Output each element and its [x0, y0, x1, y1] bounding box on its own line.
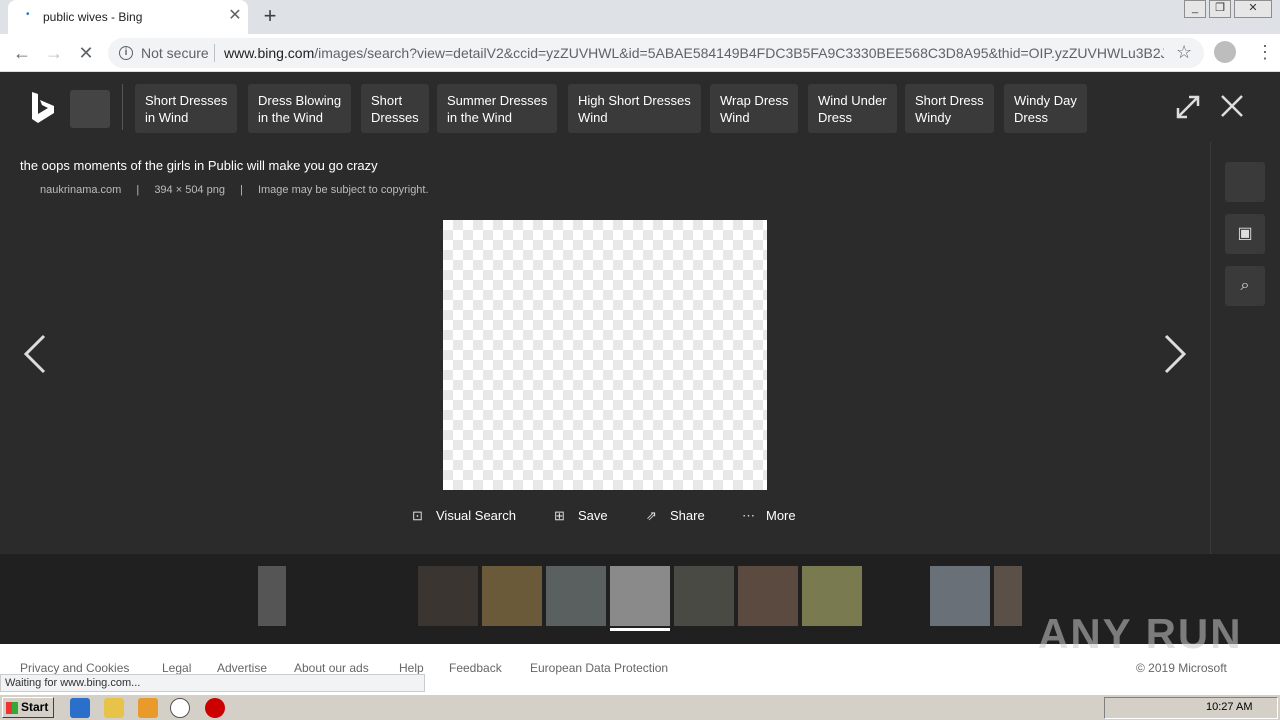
- related-search-chip[interactable]: Summer Dresses in the Wind: [437, 84, 558, 133]
- tab-strip: • public wives - Bing ✕ + _ ❐ ✕: [0, 0, 1280, 34]
- search-icon[interactable]: ⌕: [1225, 266, 1265, 306]
- clock[interactable]: 10:27 AM: [1206, 701, 1252, 713]
- side-rail: ▣ ⌕: [1210, 142, 1280, 554]
- related-search-chip[interactable]: Wind Under Dress: [808, 84, 897, 133]
- meta-separator: |: [240, 184, 243, 196]
- new-tab-button[interactable]: +: [258, 5, 282, 29]
- footer-link[interactable]: About our ads: [294, 661, 369, 675]
- footer-link[interactable]: Privacy and Cookies: [20, 661, 129, 675]
- visual-search-label: Visual Search: [436, 508, 516, 523]
- back-icon[interactable]: ←: [10, 41, 34, 65]
- browser-status-bar: Waiting for www.bing.com...: [0, 674, 425, 692]
- related-search-chip[interactable]: Dress Blowing in the Wind: [248, 84, 352, 133]
- visual-search-icon: ⊡: [412, 508, 423, 523]
- save-label: Save: [578, 508, 608, 523]
- address-bar[interactable]: i Not secure www.bing.com/images/search?…: [108, 38, 1204, 68]
- bookmark-star-icon[interactable]: ☆: [1176, 42, 1192, 63]
- copyright-text: © 2019 Microsoft: [1136, 661, 1227, 675]
- not-secure-label[interactable]: Not secure: [141, 45, 209, 61]
- start-label: Start: [21, 700, 49, 714]
- meta-separator: |: [136, 184, 140, 196]
- bing-logo-icon[interactable]: [30, 92, 56, 124]
- ie-icon[interactable]: [70, 698, 90, 718]
- close-window-button[interactable]: ✕: [1234, 0, 1272, 18]
- windows-taskbar: Start 10:27 AM: [0, 694, 1280, 720]
- close-tab-button[interactable]: ✕: [226, 7, 244, 25]
- thumbnail[interactable]: [546, 566, 606, 626]
- menu-icon[interactable]: ⋮: [1256, 42, 1274, 62]
- share-button[interactable]: ⇗ Share: [646, 508, 705, 528]
- share-label: Share: [670, 508, 705, 523]
- url-path: /images/search?view=detailV2&ccid=yzZUVH…: [314, 45, 1164, 61]
- more-button[interactable]: ⋯ More: [742, 508, 796, 528]
- omnibox-divider: [214, 44, 215, 62]
- related-search-chip[interactable]: Short Dresses in Wind: [135, 84, 238, 133]
- thumbnail[interactable]: [418, 566, 478, 626]
- media-player-icon[interactable]: [138, 698, 158, 718]
- thumbnail[interactable]: [610, 566, 670, 626]
- save-button[interactable]: ⊞ Save: [554, 508, 608, 528]
- thumbnail[interactable]: [930, 566, 990, 626]
- save-icon: ⊞: [554, 508, 565, 523]
- minimize-button[interactable]: _: [1184, 0, 1206, 18]
- footer-link[interactable]: Advertise: [217, 661, 267, 675]
- next-arrow-icon[interactable]: [1160, 332, 1190, 376]
- chrome-icon[interactable]: [170, 698, 190, 718]
- image-meta: naukrinama.com | 394 × 504 png | Image m…: [40, 184, 441, 196]
- loading-favicon-icon: •: [26, 9, 30, 20]
- thumbnail[interactable]: [738, 566, 798, 626]
- thumbnail[interactable]: [258, 566, 286, 626]
- thumbnail[interactable]: [802, 566, 862, 626]
- copyright-note: Image may be subject to copyright.: [257, 184, 429, 196]
- expand-icon[interactable]: [1175, 94, 1201, 120]
- bing-header: Short Dresses in Wind Dress Blowing in th…: [0, 72, 1280, 142]
- footer-link[interactable]: Legal: [162, 661, 191, 675]
- footer-link[interactable]: European Data Protection: [530, 661, 668, 675]
- tab-title: public wives - Bing: [43, 10, 143, 24]
- info-icon[interactable]: i: [119, 46, 133, 60]
- watermark-logo: ANY RUN: [1038, 610, 1243, 657]
- thumbnail[interactable]: [994, 566, 1022, 626]
- footer-link[interactable]: Help: [399, 661, 424, 675]
- footer-link[interactable]: Feedback: [449, 661, 502, 675]
- related-search-chip[interactable]: Short Dress Windy: [905, 84, 994, 133]
- more-icon: ⋯: [742, 508, 755, 523]
- related-search-chip[interactable]: Short Dresses: [361, 84, 429, 133]
- windows-logo-icon: [6, 702, 18, 714]
- related-search-chip[interactable]: Windy Day Dress: [1004, 84, 1087, 133]
- image-icon[interactable]: ▣: [1225, 214, 1265, 254]
- browser-tab[interactable]: • public wives - Bing ✕: [8, 0, 248, 34]
- explorer-folder-icon[interactable]: [104, 698, 124, 718]
- forward-icon[interactable]: →: [42, 41, 66, 65]
- selected-thumbnail-indicator: [610, 628, 670, 631]
- related-search-chip[interactable]: High Short Dresses Wind: [568, 84, 701, 133]
- url-text[interactable]: www.bing.com/images/search?view=detailV2…: [224, 45, 1164, 61]
- profile-avatar[interactable]: [1214, 41, 1236, 63]
- related-search-chip[interactable]: Wrap Dress Wind: [710, 84, 799, 133]
- image-dimensions: 394 × 504 png: [154, 184, 225, 196]
- main-image[interactable]: [443, 220, 767, 490]
- image-detail-pane: the oops moments of the girls in Public …: [0, 142, 1210, 554]
- url-domain: www.bing.com: [224, 45, 315, 61]
- search-box[interactable]: [70, 90, 110, 128]
- image-title[interactable]: the oops moments of the girls in Public …: [20, 158, 378, 173]
- thumbnail[interactable]: [674, 566, 734, 626]
- header-divider: [122, 84, 123, 130]
- thumbnail[interactable]: [482, 566, 542, 626]
- start-button[interactable]: Start: [2, 697, 54, 718]
- rail-button[interactable]: [1225, 162, 1265, 202]
- previous-arrow-icon[interactable]: [20, 332, 50, 376]
- share-icon: ⇗: [646, 508, 657, 523]
- visual-search-button[interactable]: ⊡ Visual Search: [412, 508, 516, 528]
- stop-icon[interactable]: ✕: [74, 41, 98, 65]
- image-source[interactable]: naukrinama.com: [40, 184, 121, 196]
- browser-toolbar: ← → ✕ i Not secure www.bing.com/images/s…: [0, 34, 1280, 72]
- alert-icon[interactable]: [205, 698, 225, 718]
- close-icon[interactable]: [1218, 92, 1246, 120]
- more-label: More: [766, 508, 796, 523]
- restore-button[interactable]: ❐: [1209, 0, 1231, 18]
